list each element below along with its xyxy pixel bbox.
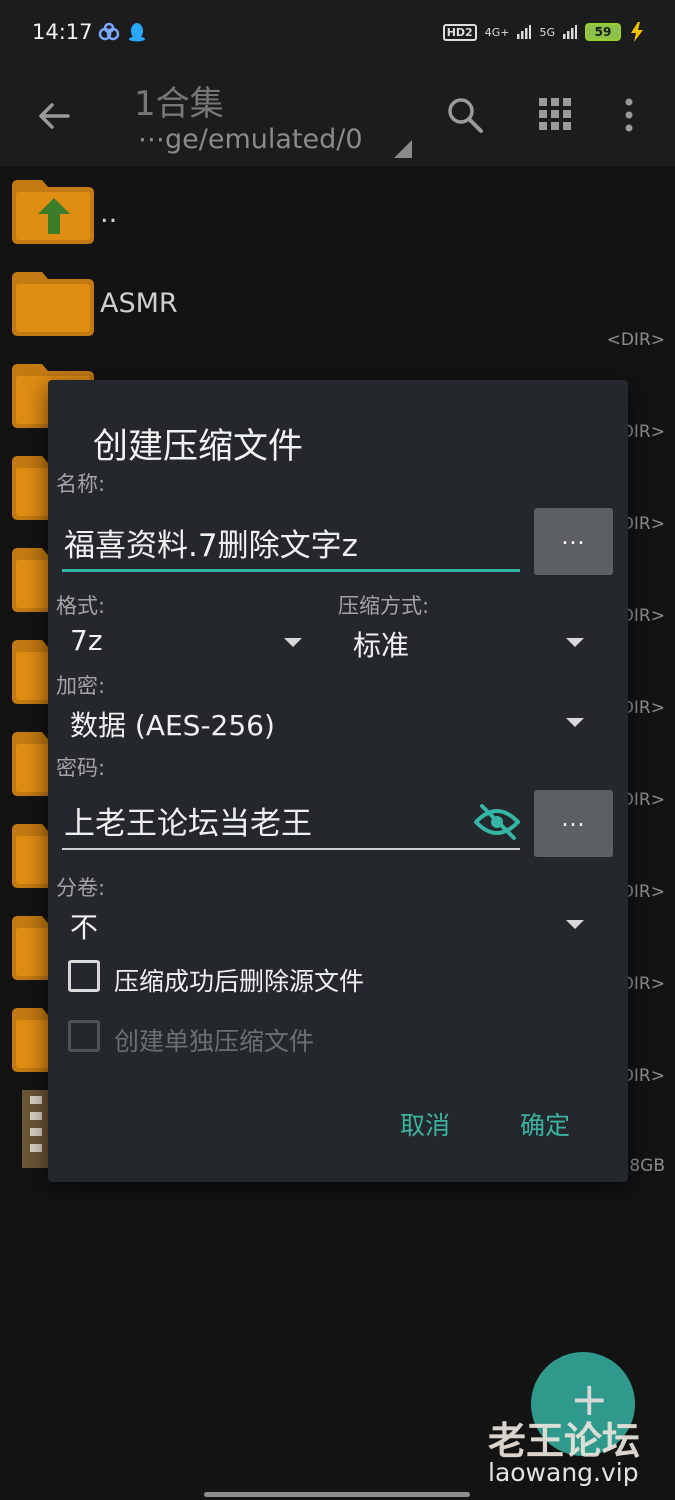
cloud-sync-icon [98,22,120,41]
chevron-down-icon [284,638,302,647]
delete-source-label[interactable]: 压缩成功后删除源文件 [114,962,364,998]
create-archive-dialog: 创建压缩文件 名称: 福喜资料.7删除文字z ... 格式: 压缩方式: 7z … [48,380,628,1182]
grid-view-icon[interactable] [539,98,571,130]
chevron-down-icon [566,718,584,727]
list-item-label: ASMR [100,288,178,319]
signal-bars-icon [563,25,577,39]
password-input[interactable]: 上老王论坛当老王 [62,788,520,850]
file-size: 8GB [629,1156,665,1176]
list-item-folder[interactable]: ASMR <DIR> [0,270,675,362]
signal-4g-icon: 4G+ [484,25,510,39]
battery-icon: 59 [585,23,621,41]
archive-name-value: 福喜资料.7删除文字z [64,528,358,564]
dir-tag: <DIR> [606,330,665,350]
signal-bars-icon [517,25,532,39]
browse-password-button[interactable]: ... [534,790,613,857]
visibility-off-icon[interactable] [474,804,520,840]
split-value: 不 [70,911,99,944]
chevron-down-icon [566,638,584,647]
qq-penguin-icon [129,23,145,42]
path-dropdown-icon[interactable] [394,140,412,158]
status-time: 14:17 [32,20,93,44]
separate-archives-label: 创建单独压缩文件 [114,1027,315,1056]
signal-5g-icon: 5G [539,25,555,39]
watermark-text: 老王论坛 [488,1419,641,1463]
path-breadcrumb[interactable]: ⋯ge/emulated/0 [138,124,363,155]
separate-archives-checkbox [68,1020,100,1052]
compression-value: 标准 [353,629,410,662]
cancel-button[interactable]: 取消 [400,1106,450,1142]
ok-button[interactable]: 确定 [520,1106,570,1142]
format-value: 7z [70,624,103,657]
dialog-title: 创建压缩文件 [93,427,304,467]
compression-label: 压缩方式: [338,594,430,618]
list-item-parent[interactable]: .. [0,178,675,270]
hd-icon: HD2 [442,23,477,41]
search-icon[interactable] [446,96,484,134]
format-label: 格式: [56,594,106,618]
name-label: 名称: [56,472,106,496]
password-value: 上老王论坛当老王 [64,806,312,842]
more-vert-icon[interactable] [624,98,634,132]
watermark-url: laowang.vip [488,1458,639,1487]
page-title: 1合集 [134,84,224,124]
archive-name-input[interactable]: 福喜资料.7删除文字z [62,510,520,572]
gesture-nav-bar[interactable] [204,1492,470,1497]
chevron-down-icon [566,920,584,929]
split-label: 分卷: [56,876,106,900]
folder-icon [12,272,94,336]
archive-icon [22,1090,50,1168]
browse-name-button[interactable]: ... [534,508,613,575]
list-item-label: .. [100,198,118,229]
folder-up-icon [12,180,94,244]
charging-icon [631,22,643,42]
status-bar: 14:17 HD2 4G+ 5G 59 [0,0,675,66]
password-label: 密码: [56,756,106,780]
encryption-label: 加密: [56,674,106,698]
encryption-value: 数据 (AES-256) [70,709,275,742]
arrow-left-icon[interactable] [34,96,74,136]
delete-source-checkbox[interactable] [68,960,100,992]
top-app-bar: 1合集 ⋯ge/emulated/0 [0,66,675,166]
